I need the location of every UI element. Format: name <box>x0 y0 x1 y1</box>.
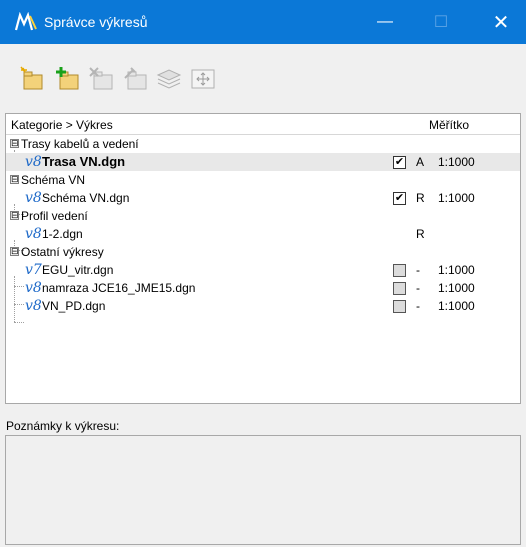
drawing-row[interactable]: v8 namraza JCE16_JME15.dgn - 1:1000 <box>6 279 520 297</box>
collapse-toggle[interactable]: ⊟ <box>10 139 19 148</box>
layers-icon[interactable] <box>156 66 182 92</box>
category-label: Schéma VN <box>21 173 86 187</box>
drawing-name: VN_PD.dgn <box>42 299 106 313</box>
drawing-row[interactable]: v8 VN_PD.dgn - 1:1000 <box>6 297 520 315</box>
drawing-name: namraza JCE16_JME15.dgn <box>42 281 196 295</box>
drawing-row[interactable]: v7 EGU_vitr.dgn - 1:1000 <box>6 261 520 279</box>
drawing-checkbox[interactable]: ✔ <box>393 156 406 169</box>
drawing-name: EGU_vitr.dgn <box>42 263 114 277</box>
category-row[interactable]: ⊟ Trasy kabelů a vedení <box>6 135 520 153</box>
new-category-icon[interactable] <box>20 66 46 92</box>
drawing-name: Schéma VN.dgn <box>42 191 130 205</box>
category-row[interactable]: ⊟ Schéma VN <box>6 171 520 189</box>
collapse-toggle[interactable]: ⊟ <box>10 247 19 256</box>
drawing-name: 1-2.dgn <box>42 227 83 241</box>
drawing-scale: 1:1000 <box>438 191 475 205</box>
drawing-flag: - <box>416 281 420 295</box>
drawing-row[interactable]: v8 Trasa VN.dgn ✔ A 1:1000 <box>6 153 520 171</box>
close-button[interactable]: ✕ <box>476 0 526 44</box>
window-title: Správce výkresů <box>44 14 148 30</box>
microstation-version-icon: v8 <box>25 154 42 170</box>
tree-header: Kategorie > Výkres Měřítko <box>6 114 520 135</box>
maximize-button[interactable]: ☐ <box>416 0 466 44</box>
drawing-flag: - <box>416 299 420 313</box>
drawing-scale: 1:1000 <box>438 299 475 313</box>
drawing-flag: R <box>416 227 425 241</box>
notes-label: Poznámky k výkresu: <box>6 419 120 433</box>
drawing-row[interactable]: v8 Schéma VN.dgn ✔ R 1:1000 <box>6 189 520 207</box>
drawing-flag: - <box>416 263 420 277</box>
drawing-name: Trasa VN.dgn <box>42 154 126 169</box>
category-label: Trasy kabelů a vedení <box>21 137 139 151</box>
drawing-checkbox[interactable] <box>393 300 406 313</box>
drawing-flag: A <box>416 155 425 169</box>
drawing-checkbox[interactable] <box>393 282 406 295</box>
new-drawing-icon[interactable] <box>54 66 80 92</box>
category-label: Ostatní výkresy <box>21 245 104 259</box>
category-row[interactable]: ⊟ Profil vedení <box>6 207 520 225</box>
drawing-checkbox[interactable]: ✔ <box>393 192 406 205</box>
minimize-button[interactable]: — <box>360 0 410 44</box>
category-row[interactable]: ⊟ Ostatní výkresy <box>6 243 520 261</box>
drawing-tree[interactable]: Kategorie > Výkres Měřítko ⊟ Trasy kabel… <box>5 113 521 404</box>
drawing-scale: 1:1000 <box>438 263 475 277</box>
properties-icon[interactable] <box>122 66 148 92</box>
drawing-scale: 1:1000 <box>438 155 475 169</box>
app-logo-icon <box>14 12 38 32</box>
delete-icon[interactable] <box>88 66 114 92</box>
column-scale[interactable]: Měřítko <box>429 118 469 132</box>
microstation-version-icon: v8 <box>25 280 42 296</box>
title-bar: Správce výkresů — ☐ ✕ <box>0 0 526 44</box>
category-label: Profil vedení <box>21 209 88 223</box>
microstation-version-icon: v8 <box>25 190 42 206</box>
notes-textarea[interactable] <box>5 435 521 545</box>
toolbar <box>0 44 526 114</box>
drawing-row[interactable]: v8 1-2.dgn R <box>6 225 520 243</box>
move-icon[interactable] <box>190 66 216 92</box>
tree-line <box>14 322 24 323</box>
drawing-scale: 1:1000 <box>438 281 475 295</box>
drawing-checkbox[interactable] <box>393 264 406 277</box>
column-category[interactable]: Kategorie > Výkres <box>11 118 113 132</box>
microstation-version-icon: v7 <box>25 262 42 278</box>
microstation-version-icon: v8 <box>25 226 42 242</box>
drawing-flag: R <box>416 191 425 205</box>
collapse-toggle[interactable]: ⊟ <box>10 211 19 220</box>
microstation-version-icon: v8 <box>25 298 42 314</box>
collapse-toggle[interactable]: ⊟ <box>10 175 19 184</box>
